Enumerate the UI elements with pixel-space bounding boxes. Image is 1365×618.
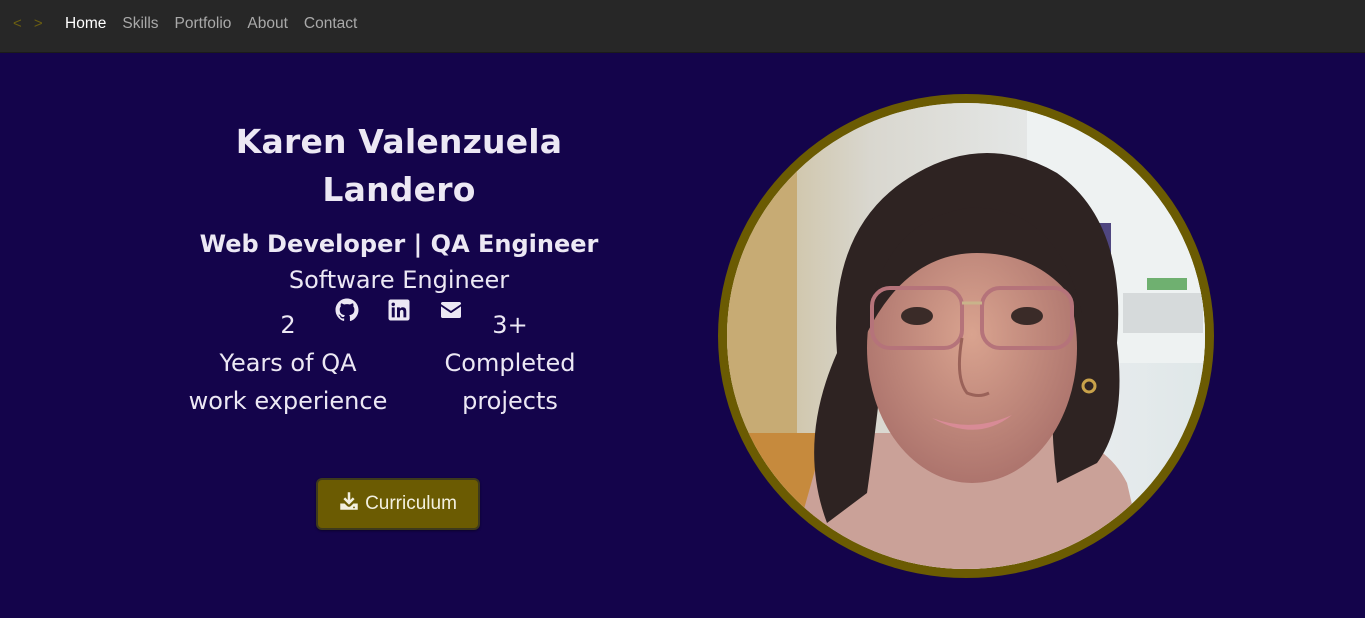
stats: 2 Years of QA work experience 3+ Complet… (160, 306, 638, 426)
brand-logo[interactable]: < > (13, 15, 47, 32)
nav-link-home[interactable]: Home (65, 14, 106, 34)
download-icon (339, 491, 359, 517)
profile-role: Web Developer | QA Engineer (199, 230, 599, 258)
stat-projects: 3+ Completed projects (410, 306, 610, 420)
navbar: < > Home Skills Portfolio About Contact (0, 0, 1365, 53)
nav-link-about[interactable]: About (247, 14, 288, 34)
profile-name: Karen Valenzuela Landero (235, 122, 563, 209)
stat-number: 2 (280, 311, 296, 339)
nav-link-contact[interactable]: Contact (304, 14, 357, 34)
profile-photo-frame (718, 94, 1214, 578)
curriculum-label: Curriculum (365, 493, 457, 514)
stat-label: Years of QA (219, 349, 357, 377)
hero-intro: Karen Valenzuela Landero Web Developer |… (160, 118, 638, 530)
profile-photo (727, 103, 1205, 569)
profile-subtitle: Software Engineer (288, 266, 510, 294)
stat-number: 3+ (492, 311, 528, 339)
curriculum-download-button[interactable]: Curriculum (316, 478, 480, 530)
nav-link-skills[interactable]: Skills (122, 14, 158, 34)
stat-label: projects (462, 387, 558, 415)
nav-links: Home Skills Portfolio About Contact (65, 14, 357, 34)
stat-label: Completed (444, 349, 576, 377)
stat-label: work experience (188, 387, 388, 415)
stat-experience: 2 Years of QA work experience (178, 306, 398, 420)
nav-link-portfolio[interactable]: Portfolio (175, 14, 232, 34)
